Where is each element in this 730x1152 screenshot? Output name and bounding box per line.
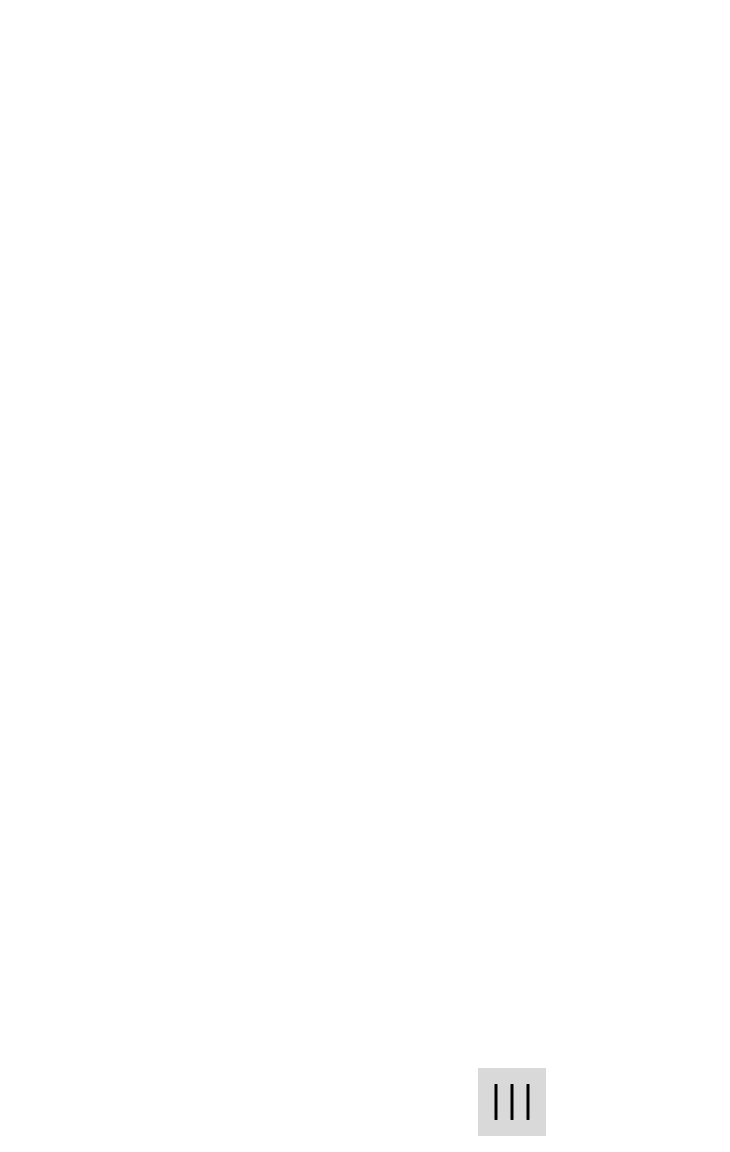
- recent-apps-button[interactable]: [478, 1068, 546, 1136]
- recent-apps-icon: [494, 1084, 530, 1120]
- blank-screen: [0, 0, 730, 1152]
